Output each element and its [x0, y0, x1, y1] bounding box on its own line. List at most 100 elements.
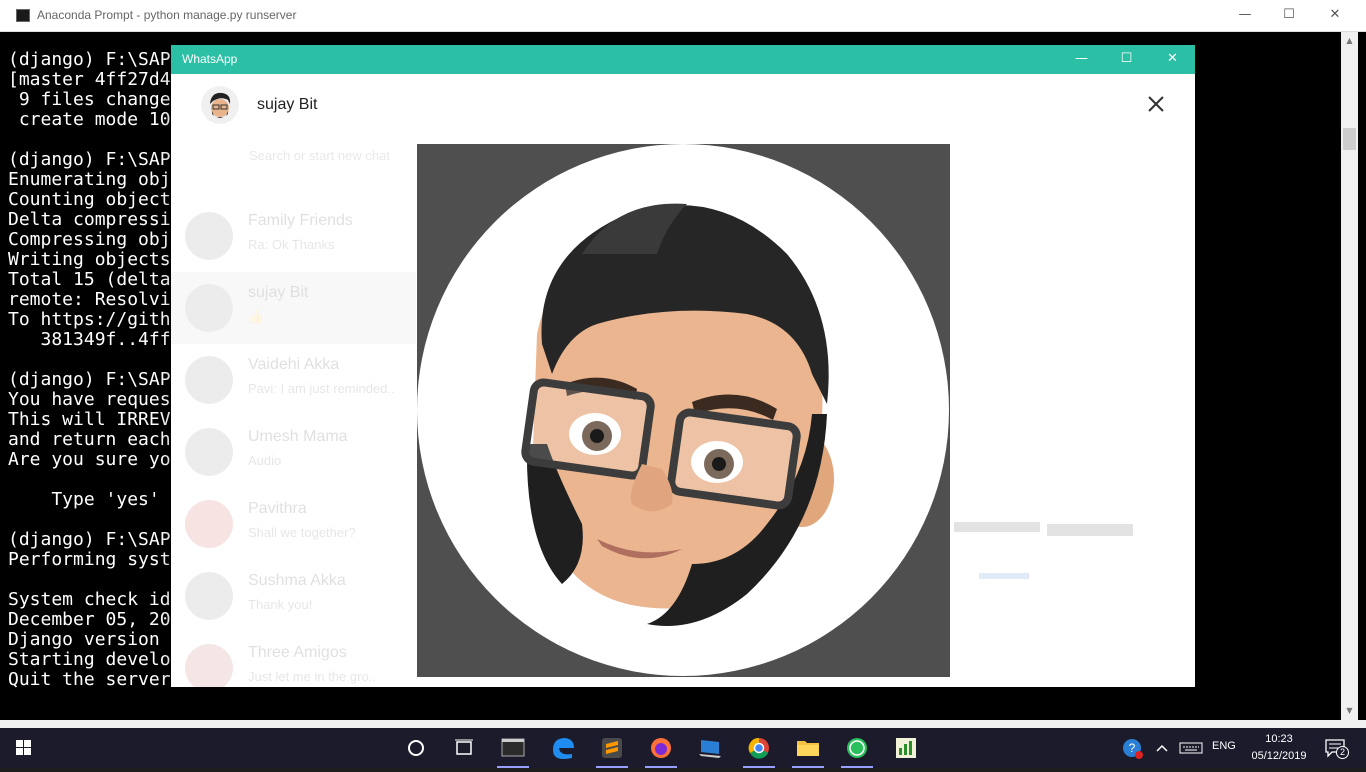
- console-line: Type 'yes': [8, 489, 160, 510]
- console-maximize-button[interactable]: ☐: [1266, 0, 1312, 32]
- console-titlebar[interactable]: Anaconda Prompt - python manage.py runse…: [0, 0, 1366, 32]
- chat-name: Umesh Mama: [248, 428, 348, 445]
- console-line: Counting object: [8, 189, 171, 210]
- chat-item: Sushma Akka Thank you!: [171, 560, 416, 632]
- chat-preview: Thank you!: [248, 597, 313, 612]
- scroll-down-icon[interactable]: ▼: [1341, 704, 1358, 718]
- chat-preview: Audio: [248, 453, 282, 468]
- clock-date[interactable]: 05/12/2019: [1247, 750, 1311, 762]
- console-title: Anaconda Prompt - python manage.py runse…: [37, 8, 297, 22]
- laptop-app-icon[interactable]: [686, 728, 734, 768]
- console-line: (django) F:\SAP: [8, 369, 171, 390]
- cortana-icon[interactable]: [392, 728, 440, 768]
- keyboard-icon[interactable]: [1176, 728, 1206, 768]
- chat-avatar: [185, 500, 233, 548]
- console-scroll-thumb[interactable]: [1343, 128, 1356, 150]
- chat-preview: Shall we together?: [248, 525, 356, 540]
- chat-preview: Pavi: I am just reminded..: [248, 381, 395, 396]
- terminal-app-icon[interactable]: [489, 728, 537, 768]
- whatsapp-titlebar[interactable]: WhatsApp — ☐ ✕: [171, 45, 1195, 74]
- contact-name: sujay Bit: [257, 96, 318, 113]
- chat-avatar: [185, 356, 233, 404]
- whatsapp-window: WhatsApp — ☐ ✕ Search or start new chat …: [171, 45, 1195, 687]
- console-bottom-edge: [0, 720, 1366, 728]
- chat-name: Pavithra: [248, 500, 307, 517]
- firefox-icon[interactable]: [637, 728, 685, 768]
- chat-preview: Ra: Ok Thanks: [248, 237, 335, 252]
- help-tray-icon[interactable]: ?: [1112, 728, 1152, 768]
- start-button[interactable]: [0, 728, 48, 768]
- taskbar: ? ENG 10:23 05/12/2019 2: [0, 728, 1366, 768]
- chat-name: sujay Bit: [248, 284, 309, 301]
- console-app-icon: [16, 9, 30, 22]
- console-line: Performing syst: [8, 549, 171, 570]
- faded-preview-block: [954, 522, 1040, 532]
- sublime-text-icon[interactable]: [588, 728, 636, 768]
- chat-item: sujay Bit 👍: [171, 272, 416, 344]
- chat-item: Vaidehi Akka Pavi: I am just reminded..: [171, 344, 416, 416]
- whatsapp-minimize-button[interactable]: —: [1059, 45, 1104, 74]
- chat-item: Umesh Mama Audio: [171, 416, 416, 488]
- chat-name: Family Friends: [248, 212, 353, 229]
- console-line: Writing objects: [8, 249, 171, 270]
- tray-chevron-up-icon[interactable]: [1150, 728, 1174, 768]
- chat-name: Sushma Akka: [248, 572, 346, 589]
- console-close-button[interactable]: ✕: [1312, 0, 1358, 32]
- chat-name: Vaidehi Akka: [248, 356, 340, 373]
- console-line: [master 4ff27d4: [8, 69, 171, 90]
- whatsapp-taskbar-icon[interactable]: [833, 728, 881, 768]
- search-placeholder: Search or start new chat: [249, 148, 390, 163]
- whatsapp-title: WhatsApp: [182, 52, 238, 66]
- notification-count-badge: 2: [1336, 746, 1349, 759]
- chat-name: Three Amigos: [248, 644, 347, 661]
- chrome-icon[interactable]: [735, 728, 783, 768]
- console-line: (django) F:\SAP: [8, 149, 171, 170]
- console-line: Are you sure yo: [8, 449, 171, 470]
- whatsapp-close-button[interactable]: ✕: [1150, 45, 1195, 74]
- console-line: Total 15 (delta: [8, 269, 171, 290]
- chat-avatar: [185, 284, 233, 332]
- console-line: (django) F:\SAP: [8, 50, 171, 70]
- console-line: 9 files change: [8, 89, 171, 110]
- scroll-up-icon[interactable]: ▲: [1341, 34, 1358, 48]
- faded-preview-block: [979, 573, 1029, 579]
- chat-item: Pavithra Shall we together?: [171, 488, 416, 560]
- console-line: create mode 10: [8, 109, 171, 130]
- console-minimize-button[interactable]: —: [1222, 0, 1268, 32]
- console-line: Quit the server: [8, 669, 171, 690]
- whatsapp-maximize-button[interactable]: ☐: [1104, 45, 1149, 74]
- chat-item: Three Amigos Just let me in the gro..: [171, 632, 416, 687]
- chat-preview: Just let me in the gro..: [248, 669, 376, 684]
- language-indicator[interactable]: ENG: [1212, 740, 1236, 752]
- console-scrollbar[interactable]: ▲ ▼: [1341, 32, 1358, 720]
- console-line: You have reques: [8, 389, 171, 410]
- chat-avatar: [185, 644, 233, 687]
- chat-avatar: [185, 572, 233, 620]
- console-line: and return each: [8, 429, 171, 450]
- console-line: This will IRREV: [8, 409, 171, 430]
- task-view-icon[interactable]: [440, 728, 488, 768]
- console-line: Delta compressi: [8, 209, 171, 230]
- console-line: remote: Resolvi: [8, 289, 171, 310]
- console-line: 381349f..4ff: [8, 329, 171, 350]
- action-center-icon[interactable]: [1318, 728, 1354, 768]
- file-explorer-icon[interactable]: [784, 728, 832, 768]
- console-line: To https://gith: [8, 309, 171, 330]
- contact-avatar[interactable]: [201, 86, 239, 124]
- clock-time[interactable]: 10:23: [1250, 733, 1308, 745]
- console-line: System check id: [8, 589, 171, 610]
- console-line: Compressing obj: [8, 229, 171, 250]
- profile-photo: [417, 144, 950, 677]
- console-line: (django) F:\SAP: [8, 529, 171, 550]
- close-viewer-icon[interactable]: [1143, 91, 1169, 117]
- svg-text:?: ?: [1129, 741, 1136, 755]
- edge-browser-icon[interactable]: [539, 728, 587, 768]
- chat-preview: 👍: [248, 309, 265, 324]
- console-output: (django) F:\SAP [master 4ff27d4 9 files c…: [8, 50, 178, 700]
- chart-app-icon[interactable]: [882, 728, 930, 768]
